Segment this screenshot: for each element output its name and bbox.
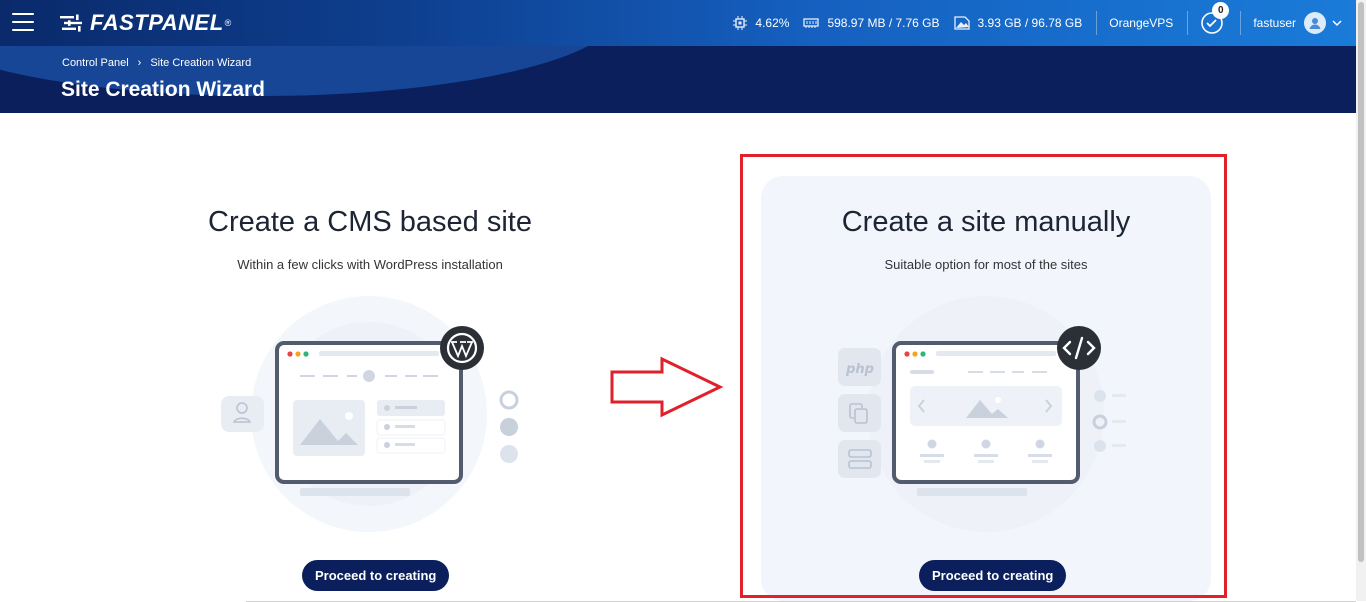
memory-value: 598.97 MB / 7.76 GB bbox=[827, 16, 940, 30]
notifications-button[interactable]: 0 bbox=[1200, 2, 1230, 35]
logo-text: FASTPANEL bbox=[90, 10, 224, 35]
top-bar: FASTPANEL ® 4.62% 598.97 MB / 7.76 GB 3.9… bbox=[0, 0, 1356, 46]
user-menu[interactable]: fastuser bbox=[1253, 12, 1342, 34]
disk-value: 3.93 GB / 96.78 GB bbox=[977, 16, 1083, 30]
server-name[interactable]: OrangeVPS bbox=[1109, 16, 1173, 30]
username: fastuser bbox=[1253, 16, 1296, 30]
highlight-annotation-box bbox=[740, 154, 1227, 598]
chevron-down-icon bbox=[1332, 19, 1342, 26]
hamburger-icon[interactable] bbox=[12, 13, 34, 33]
divider bbox=[1240, 11, 1242, 35]
system-stats: 4.62% 598.97 MB / 7.76 GB 3.93 GB / 96.7… bbox=[733, 0, 1356, 46]
breadcrumb: Control Panel › Site Creation Wizard bbox=[62, 57, 251, 69]
wordpress-icon bbox=[440, 326, 484, 370]
breadcrumb-current: Site Creation Wizard bbox=[150, 57, 252, 69]
logo-registered: ® bbox=[224, 18, 232, 28]
scrollbar-thumb[interactable] bbox=[1358, 2, 1364, 562]
divider bbox=[1187, 11, 1189, 35]
disk-icon bbox=[953, 16, 970, 30]
notification-count: 0 bbox=[1212, 2, 1230, 19]
cms-card-subtitle: Within a few clicks with WordPress insta… bbox=[237, 257, 503, 272]
memory-icon bbox=[803, 18, 820, 28]
cpu-icon bbox=[733, 16, 748, 30]
cpu-stat: 4.62% bbox=[733, 16, 789, 30]
breadcrumb-root[interactable]: Control Panel bbox=[62, 57, 129, 69]
cms-proceed-button[interactable]: Proceed to creating bbox=[302, 560, 450, 591]
logo[interactable]: FASTPANEL ® bbox=[60, 10, 232, 35]
page-title: Site Creation Wizard bbox=[61, 78, 266, 101]
breadcrumb-separator: › bbox=[137, 57, 142, 69]
user-icon bbox=[1304, 12, 1326, 34]
cms-illustration bbox=[221, 296, 519, 532]
cpu-value: 4.62% bbox=[755, 16, 790, 30]
memory-stat: 598.97 MB / 7.76 GB bbox=[803, 16, 940, 30]
disk-stat: 3.93 GB / 96.78 GB bbox=[953, 16, 1083, 30]
cms-card-title: Create a CMS based site bbox=[208, 206, 532, 238]
right-arrow-annotation bbox=[610, 356, 724, 418]
vertical-scrollbar[interactable] bbox=[1356, 0, 1366, 601]
divider bbox=[1096, 11, 1098, 35]
page-header: Control Panel › Site Creation Wizard Sit… bbox=[0, 46, 1356, 113]
logo-icon bbox=[60, 14, 82, 32]
